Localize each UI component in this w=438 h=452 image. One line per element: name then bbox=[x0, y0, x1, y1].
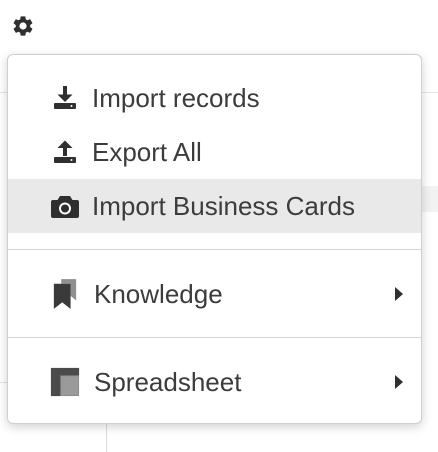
menu-item-export-all[interactable]: Export All bbox=[8, 127, 421, 177]
menu-divider bbox=[8, 337, 421, 338]
menu-item-label: Knowledge bbox=[94, 278, 223, 309]
menu-item-import-business-cards[interactable]: Import Business Cards bbox=[8, 179, 421, 233]
menu-item-knowledge[interactable]: Knowledge bbox=[8, 269, 421, 319]
camera-icon bbox=[50, 191, 80, 221]
settings-button[interactable] bbox=[9, 14, 37, 42]
page: Import records Export All Import Busines… bbox=[0, 0, 438, 452]
background-column-divider bbox=[106, 424, 107, 452]
menu-item-label: Export All bbox=[92, 136, 202, 167]
download-icon bbox=[50, 83, 80, 113]
chevron-right-icon bbox=[393, 373, 405, 391]
gear-icon bbox=[11, 14, 35, 43]
menu-item-import-records[interactable]: Import records bbox=[8, 73, 421, 123]
menu-item-spreadsheet[interactable]: Spreadsheet bbox=[8, 357, 421, 407]
background-row-highlight bbox=[420, 186, 438, 212]
menu-item-label: Spreadsheet bbox=[94, 366, 242, 397]
menu-item-label: Import Business Cards bbox=[92, 190, 355, 221]
spreadsheet-icon bbox=[50, 367, 80, 397]
upload-icon bbox=[50, 137, 80, 167]
menu-item-label: Import records bbox=[92, 82, 260, 113]
menu-divider bbox=[8, 249, 421, 250]
settings-dropdown-menu: Import records Export All Import Busines… bbox=[7, 54, 422, 424]
chevron-right-icon bbox=[393, 285, 405, 303]
knowledge-bookmarks-icon bbox=[50, 279, 80, 309]
